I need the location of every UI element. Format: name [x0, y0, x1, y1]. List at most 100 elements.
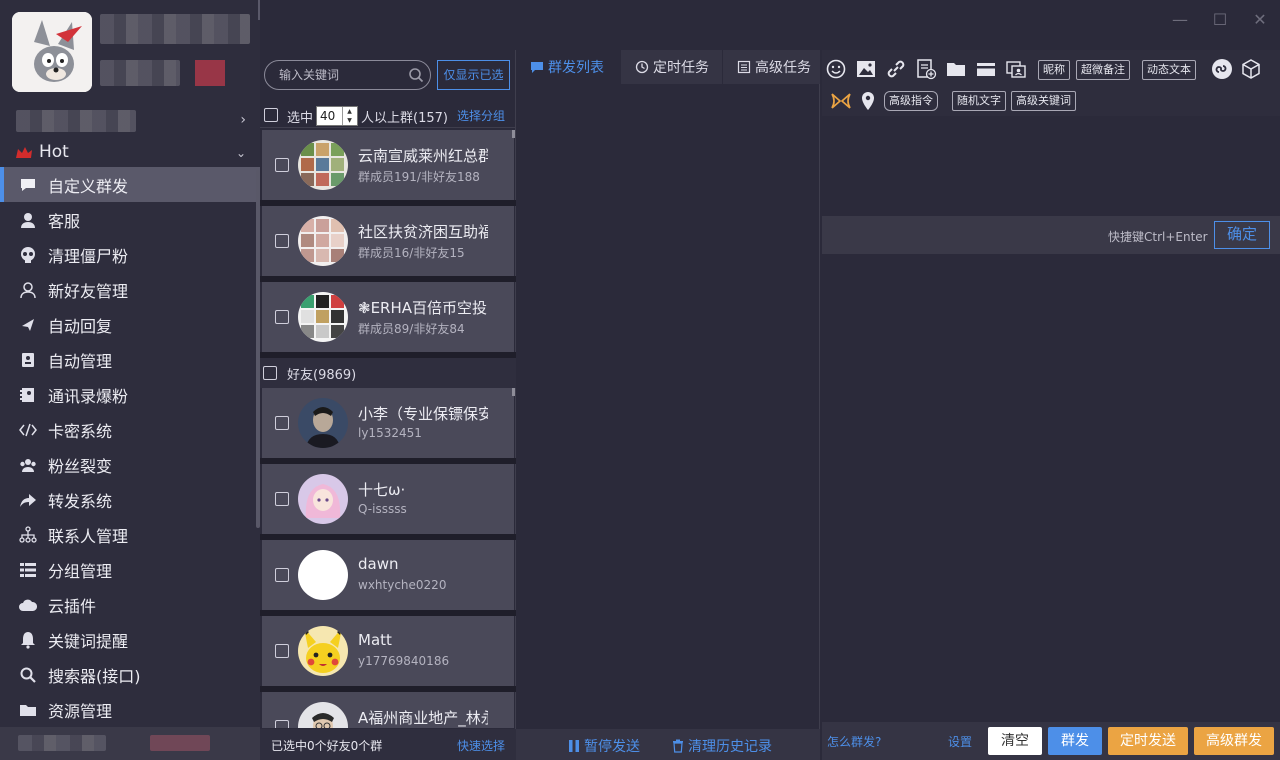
- list-item-friend[interactable]: dawn wxhtyche0220: [262, 540, 514, 610]
- member-count-stepper[interactable]: 40 ▲ ▼: [316, 106, 358, 126]
- select-groups-checkbox[interactable]: [264, 108, 278, 122]
- list-item-friend[interactable]: Matt y17769840186: [262, 616, 514, 686]
- search-box: [264, 60, 431, 90]
- only-selected-button[interactable]: 仅显示已选: [437, 60, 510, 90]
- list-item-friend[interactable]: 十七ω· Q-isssss: [262, 464, 514, 534]
- list-icon: [18, 560, 38, 580]
- advanced-command-tag-button[interactable]: 高级指令: [884, 91, 938, 111]
- hot-section-header[interactable]: Hot ⌄: [0, 138, 260, 168]
- item-checkbox[interactable]: [275, 234, 289, 248]
- sidebar-item-fan-fission[interactable]: 粉丝裂变: [0, 447, 260, 482]
- location-pin-icon[interactable]: [857, 90, 879, 112]
- mini-program-icon[interactable]: [1211, 58, 1233, 80]
- dynamic-text-tag-button[interactable]: 动态文本: [1142, 60, 1196, 80]
- member-count-value: 40: [320, 109, 336, 123]
- advanced-broadcast-button[interactable]: 高级群发: [1194, 727, 1274, 755]
- super-remark-tag-button[interactable]: 超微备注: [1076, 60, 1130, 80]
- skull-icon: [18, 245, 38, 265]
- sidebar-item-auto-reply[interactable]: 自动回复: [0, 307, 260, 342]
- message-editor-panel: 昵称 超微备注 动态文本 高级指令 随机文字 高级关键词 快捷键Ctrl+Ent…: [822, 50, 1280, 760]
- list-item-friend[interactable]: A福州商业地产_林永: [262, 692, 514, 728]
- sidebar-item-group-manage[interactable]: 分组管理: [0, 552, 260, 587]
- maximize-button[interactable]: ☐: [1208, 8, 1232, 32]
- stepper-arrows-icon[interactable]: ▲ ▼: [342, 107, 356, 125]
- message-input-area[interactable]: [822, 116, 1280, 216]
- sidebar-item-custom-broadcast[interactable]: 自定义群发: [0, 167, 260, 202]
- settings-link[interactable]: 设置: [948, 733, 972, 750]
- confirm-button[interactable]: 确定: [1214, 221, 1270, 249]
- sidebar-item-clean-zombie[interactable]: 清理僵尸粉: [0, 237, 260, 272]
- card-icon[interactable]: [975, 58, 997, 80]
- random-text-tag-button[interactable]: 随机文字: [952, 91, 1006, 111]
- advanced-keyword-tag-button[interactable]: 高级关键词: [1011, 91, 1076, 111]
- man-portrait-avatar-icon: [298, 398, 348, 448]
- timed-send-button[interactable]: 定时发送: [1108, 727, 1188, 755]
- select-friends-checkbox[interactable]: [263, 366, 277, 380]
- sidebar-item-label: 清理僵尸粉: [48, 246, 129, 266]
- task-tabs: 群发列表 定时任务 高级任务: [516, 50, 820, 84]
- nickname-tag-button[interactable]: 昵称: [1038, 60, 1070, 80]
- select-group-link[interactable]: 选择分组: [457, 107, 505, 124]
- sidebar-item-contacts[interactable]: 联系人管理: [0, 517, 260, 552]
- sidebar-item-customer-service[interactable]: 客服: [0, 202, 260, 237]
- sidebar-item-searcher[interactable]: 搜索器(接口): [0, 657, 260, 692]
- item-checkbox[interactable]: [275, 416, 289, 430]
- minimize-button[interactable]: —: [1168, 8, 1192, 32]
- clear-button[interactable]: 清空: [988, 727, 1042, 755]
- item-checkbox[interactable]: [275, 568, 289, 582]
- broadcast-button[interactable]: 群发: [1048, 727, 1102, 755]
- list-item-friend[interactable]: 小李（专业保镖保安 ly1532451: [262, 388, 514, 458]
- cube-icon[interactable]: [1240, 58, 1262, 80]
- sidebar-bottom-bar: [0, 727, 260, 760]
- sidebar-item-cloud-plugin[interactable]: 云插件: [0, 587, 260, 622]
- item-subtitle: 群成员89/非好友84: [358, 322, 465, 336]
- group-grid-avatar-icon: [298, 216, 348, 266]
- item-checkbox[interactable]: [275, 720, 289, 728]
- sidebar-item-resources[interactable]: 资源管理: [0, 692, 260, 727]
- emoji-icon[interactable]: [825, 58, 847, 80]
- clear-history-button[interactable]: 清理历史记录: [672, 736, 772, 756]
- tab-scheduled-tasks[interactable]: 定时任务: [621, 50, 722, 84]
- address-book-icon: [18, 385, 38, 405]
- sidebar-item-new-friends[interactable]: 新好友管理: [0, 272, 260, 307]
- sidebar-item-keyword-alert[interactable]: 关键词提醒: [0, 622, 260, 657]
- user-icon: [18, 280, 38, 300]
- image-icon[interactable]: [855, 58, 877, 80]
- tab-broadcast-list[interactable]: 群发列表: [516, 50, 620, 84]
- how-to-broadcast-link[interactable]: 怎么群发?: [827, 733, 881, 750]
- list-item-group[interactable]: ❃ERHA百倍币空投 群成员89/非好友84: [262, 282, 514, 352]
- pause-send-button[interactable]: 暂停发送: [568, 736, 640, 756]
- customer-service-icon: [18, 210, 38, 230]
- list-scrollbar-top[interactable]: [512, 130, 515, 138]
- sidebar-item-forward[interactable]: 转发系统: [0, 482, 260, 517]
- item-name: 十七ω·: [358, 481, 406, 499]
- sidebar-item-address-book[interactable]: 通讯录爆粉: [0, 377, 260, 412]
- bow-tie-icon[interactable]: [830, 90, 852, 112]
- account-avatar[interactable]: [12, 12, 92, 92]
- item-checkbox[interactable]: [275, 492, 289, 506]
- list-scrollbar-friends[interactable]: [512, 388, 515, 396]
- select-label: 选中: [287, 111, 314, 126]
- account-switcher-row[interactable]: ›: [0, 106, 260, 136]
- hot-flame-icon: [16, 147, 32, 158]
- item-checkbox[interactable]: [275, 310, 289, 324]
- contact-card-share-icon[interactable]: [1005, 58, 1027, 80]
- sidebar-item-label: 转发系统: [48, 491, 113, 511]
- keyword-search-input[interactable]: [279, 66, 409, 84]
- tab-advanced-tasks[interactable]: 高级任务: [723, 50, 820, 84]
- link-icon[interactable]: [885, 58, 907, 80]
- clock-icon: [635, 60, 649, 74]
- item-checkbox[interactable]: [275, 644, 289, 658]
- confirm-row: 快捷键Ctrl+Enter 确定: [822, 216, 1280, 254]
- close-button[interactable]: ✕: [1248, 8, 1272, 32]
- sidebar-item-auto-manage[interactable]: 自动管理: [0, 342, 260, 377]
- folder-icon[interactable]: [945, 58, 967, 80]
- item-checkbox[interactable]: [275, 158, 289, 172]
- tom-cat-avatar-icon: [12, 12, 92, 92]
- search-icon[interactable]: [408, 67, 424, 83]
- sidebar-item-card-system[interactable]: 卡密系统: [0, 412, 260, 447]
- list-item-group[interactable]: 云南宣威莱州红总群 群成员191/非好友188: [262, 130, 514, 200]
- add-file-icon[interactable]: [915, 58, 937, 80]
- list-item-group[interactable]: 社区扶贫济困互助福 群成员16/非好友15: [262, 206, 514, 276]
- quick-select-link[interactable]: 快速选择: [457, 737, 505, 754]
